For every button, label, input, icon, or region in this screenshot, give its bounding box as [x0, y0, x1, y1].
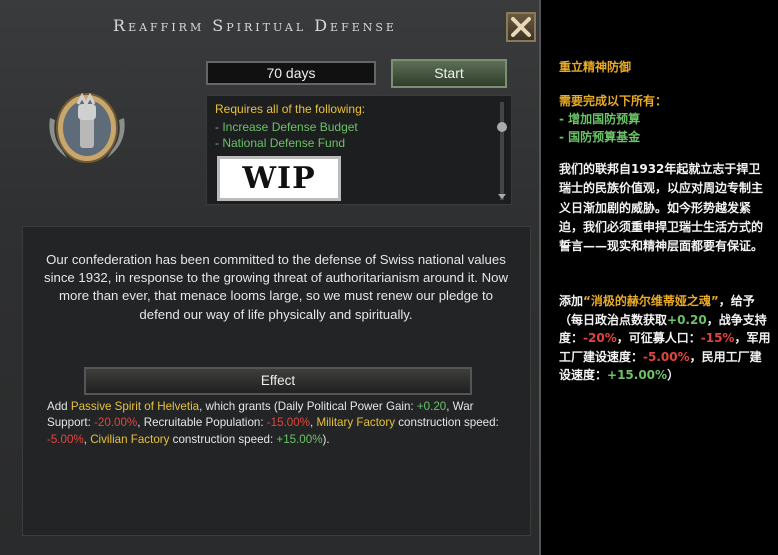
- tooltip-rp-value: -15%: [700, 331, 735, 345]
- wip-badge: WIP: [217, 156, 341, 201]
- dialog-title: Reaffirm Spiritual Defense: [113, 16, 397, 35]
- scroll-thumb[interactable]: [497, 122, 507, 132]
- effect-header: Effect: [84, 367, 472, 395]
- tooltip-requirements: 需要完成以下所有： - 增加国防预算 - 国防预算基金: [559, 92, 769, 146]
- political-power-value: +0.20: [416, 400, 447, 413]
- recruitable-population-value: -15.00%: [266, 416, 310, 430]
- military-factory-label: Military Factory: [316, 416, 396, 430]
- tooltip-pp-value: +0.20: [667, 312, 707, 327]
- requirement-item: - Increase Defense Budget: [215, 120, 358, 134]
- focus-description: Our confederation has been committed to …: [43, 252, 509, 322]
- tooltip-req-item: - 增加国防预算: [559, 112, 641, 126]
- tooltip-mil-value: -5.00%: [643, 349, 690, 364]
- tooltip-description: 我们的联邦自1932年起就立志于捍卫瑞士的民族价值观，以应对周边专制主义日渐加剧…: [559, 162, 764, 254]
- duration-display: 70 days: [206, 61, 376, 85]
- close-button[interactable]: [506, 12, 536, 42]
- requirements-header: Requires all of the following:: [215, 102, 366, 116]
- effect-text: Add Passive Spirit of Helvetia, which gr…: [47, 399, 517, 448]
- tooltip-effect-part: 添加: [559, 294, 584, 308]
- civilian-factory-label: Civilian Factory: [90, 432, 170, 446]
- tooltip-title: 重立精神防御: [559, 60, 632, 74]
- requirements-panel: Requires all of the following: - Increas…: [206, 95, 512, 205]
- tooltip-effect-part: ）: [667, 368, 680, 382]
- tooltip-req-header: 需要完成以下所有：: [559, 94, 668, 108]
- military-factory-value: -5.00%: [47, 432, 84, 446]
- effect-part: construction speed:: [395, 416, 499, 430]
- spirit-name[interactable]: Passive Spirit of Helvetia: [71, 400, 199, 413]
- scroll-down-icon[interactable]: [498, 194, 506, 199]
- effect-part: , Recruitable Population:: [137, 416, 267, 430]
- focus-dialog: Reaffirm Spiritual Defense 70 days Start…: [0, 0, 541, 555]
- effect-part: ).: [322, 432, 330, 446]
- tooltip-civ-value: +15.00%: [607, 368, 668, 382]
- tooltip-req-item: - 国防预算基金: [559, 130, 641, 144]
- tooltip-effect-part: ，可征募人口：: [616, 331, 701, 345]
- effect-part: construction speed:: [169, 432, 277, 446]
- close-icon: [511, 17, 531, 37]
- requirement-item: - National Defense Fund: [215, 136, 346, 150]
- effect-part: Add: [47, 400, 71, 413]
- fist-emblem-icon: [49, 92, 125, 163]
- tooltip-effect: 添加“消极的赫尔维蒂娅之魂”，给予（每日政治点数获取+0.20，战争支持度：-2…: [559, 292, 771, 385]
- tooltip-ws-value: -20%: [583, 331, 617, 345]
- tooltip-spirit-name: “消极的赫尔维蒂娅之魂”: [583, 294, 719, 308]
- war-support-value: -20.00%: [94, 416, 138, 430]
- requirements-scrollbar[interactable]: [497, 102, 507, 200]
- civilian-factory-value: +15.00%: [276, 432, 323, 446]
- effect-part: , which grants (Daily Political Power Ga…: [199, 400, 417, 413]
- start-button[interactable]: Start: [391, 59, 507, 88]
